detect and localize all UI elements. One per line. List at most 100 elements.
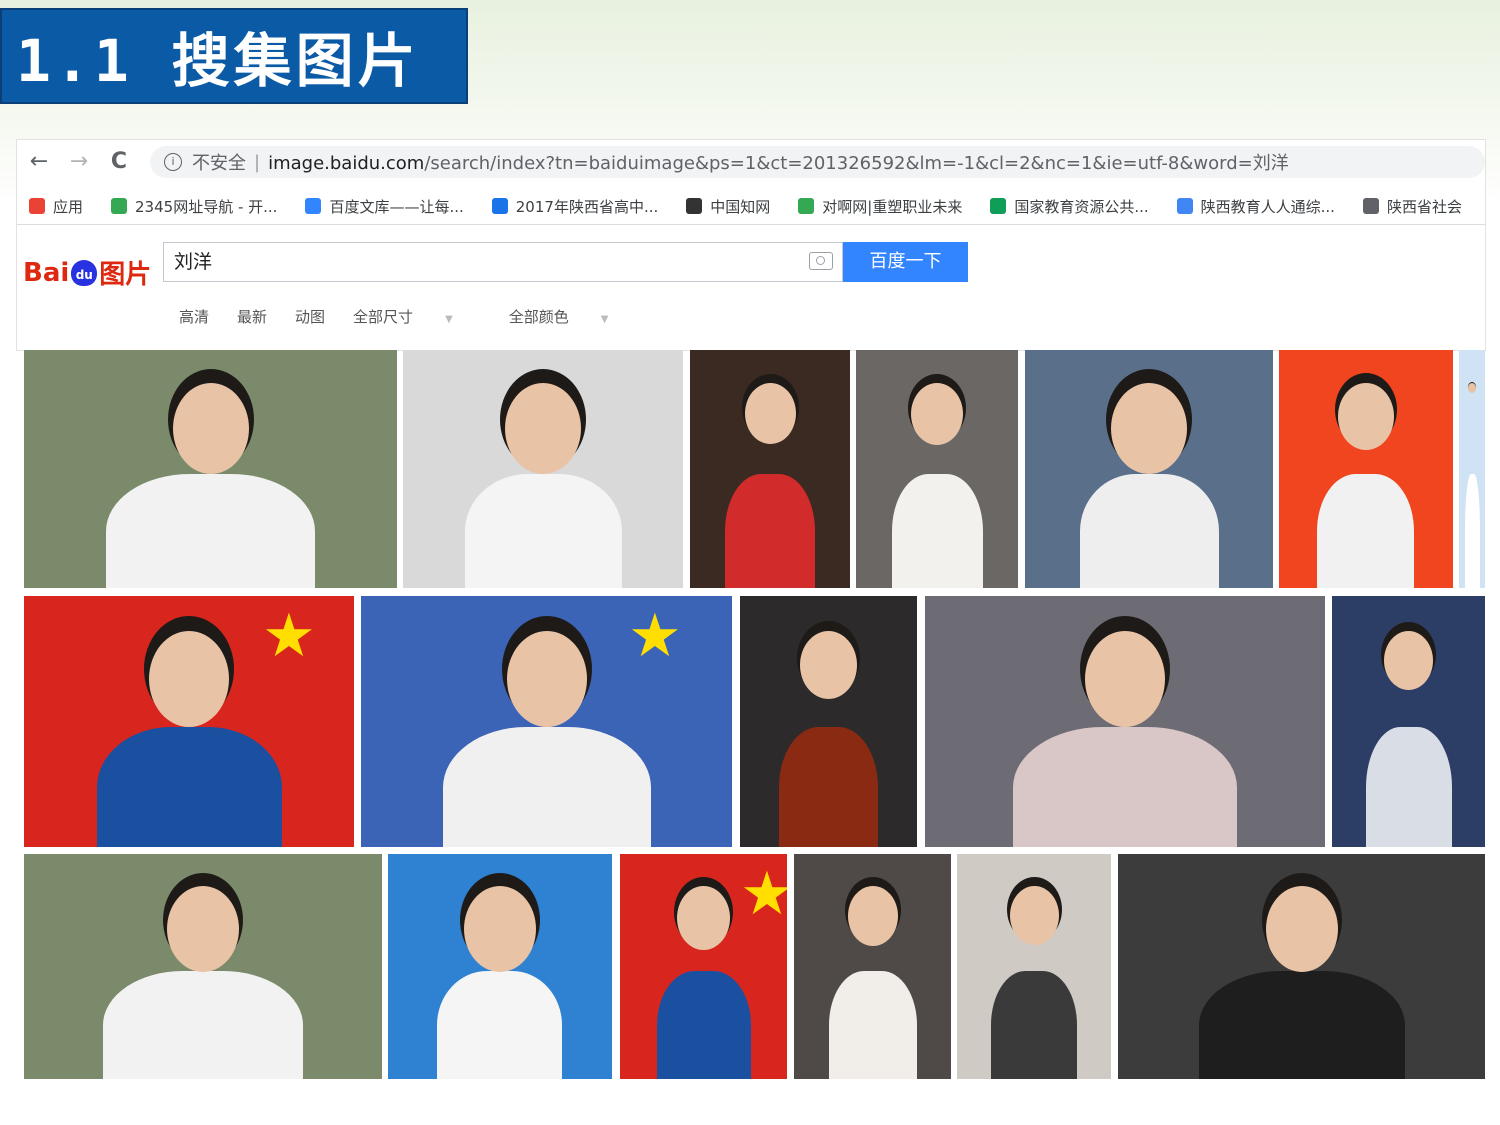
image-result-thumbnail[interactable] xyxy=(388,854,612,1079)
url-text[interactable]: image.baidu.com/search/index?tn=baiduima… xyxy=(268,149,1289,175)
forward-button[interactable]: → xyxy=(65,148,93,176)
figure-shape xyxy=(892,474,983,588)
filter-color[interactable]: 全部颜色 ▼ xyxy=(509,306,637,327)
bookmark-label: 应用 xyxy=(53,197,84,216)
image-result-thumbnail[interactable]: ★ xyxy=(361,596,732,847)
image-result-thumbnail[interactable] xyxy=(1332,596,1485,847)
bookmark-favicon-icon xyxy=(990,198,1007,214)
search-input[interactable]: 刘洋 xyxy=(163,242,843,282)
figure-shape xyxy=(103,971,303,1079)
chevron-down-icon: ▼ xyxy=(445,314,453,325)
face-shape xyxy=(911,383,963,445)
back-button[interactable]: ← xyxy=(25,148,53,176)
bookmark-label: 国家教育资源公共... xyxy=(1014,197,1149,216)
star-icon: ★ xyxy=(628,601,682,671)
bookmark-item[interactable]: 应用 xyxy=(29,196,83,217)
bookmark-item[interactable]: 百度文库——让每... xyxy=(305,196,464,217)
slide-title: 1.1 搜集图片 xyxy=(0,8,468,104)
bookmark-favicon-icon xyxy=(686,198,703,214)
figure-shape xyxy=(97,727,282,847)
logo-text: Bai xyxy=(23,257,70,288)
image-result-thumbnail[interactable] xyxy=(925,596,1325,847)
bookmark-item[interactable]: 对啊网|重塑职业未来 xyxy=(798,196,962,217)
bookmark-label: 陕西教育人人通综... xyxy=(1200,197,1335,216)
bookmark-label: 中国知网 xyxy=(710,197,771,216)
figure-shape xyxy=(1317,474,1414,588)
bookmark-item[interactable]: 国家教育资源公共... xyxy=(990,196,1149,217)
face-shape xyxy=(745,383,796,444)
image-result-thumbnail[interactable] xyxy=(1459,350,1485,588)
image-result-thumbnail[interactable] xyxy=(856,350,1018,588)
chevron-down-icon: ▼ xyxy=(600,314,609,325)
bookmarks-bar: 应用 2345网址导航 - 开... 百度文库——让每... 2017年陕西省高中..… xyxy=(17,188,1485,225)
figure-shape xyxy=(1465,474,1480,588)
figure-shape xyxy=(465,474,622,588)
image-result-thumbnail[interactable] xyxy=(690,350,850,588)
bookmark-label: 对啊网|重塑职业未来 xyxy=(822,197,963,216)
bookmark-item[interactable]: 2345网址导航 - 开... xyxy=(111,196,277,217)
figure-shape xyxy=(1366,727,1452,847)
face-shape xyxy=(1010,886,1059,945)
bookmark-label: 百度文库——让每... xyxy=(329,197,464,216)
bookmark-favicon-icon xyxy=(1362,198,1379,214)
address-bar[interactable]: i 不安全 | image.baidu.com/search/index?tn=… xyxy=(150,146,1485,178)
figure-shape xyxy=(437,971,562,1079)
bookmark-label: 陕西省社会 xyxy=(1386,197,1462,216)
image-result-thumbnail[interactable] xyxy=(794,854,951,1079)
face-shape xyxy=(505,383,581,474)
figure-shape xyxy=(657,971,751,1079)
image-result-thumbnail[interactable] xyxy=(24,350,397,588)
filter-size[interactable]: 全部尺寸 ▼ xyxy=(353,306,481,327)
bookmark-item[interactable]: 2017年陕西省高中... xyxy=(491,196,659,217)
face-shape xyxy=(1384,631,1433,690)
filter-hd[interactable]: 高清 xyxy=(179,306,209,327)
insecure-label: 不安全 xyxy=(192,153,246,174)
bookmark-item[interactable]: 陕西省社会 xyxy=(1362,196,1462,217)
figure-shape xyxy=(1013,727,1237,847)
face-shape xyxy=(507,631,587,727)
search-button[interactable]: 百度一下 xyxy=(843,242,968,282)
bookmark-favicon-icon xyxy=(305,198,322,214)
image-result-thumbnail[interactable]: ★ xyxy=(620,854,787,1079)
figure-shape xyxy=(725,474,815,588)
baidu-search-header: Bai du 图片 刘洋 百度一下 高清 最新 动图 全部尺寸 ▼ 全部颜色 ▼ xyxy=(17,226,1485,350)
face-shape xyxy=(1338,383,1394,450)
url-path: /search/index?tn=baiduimage&ps=1&ct=2013… xyxy=(424,153,1289,174)
reload-button[interactable]: C xyxy=(105,148,133,176)
star-icon: ★ xyxy=(262,601,316,671)
image-result-thumbnail[interactable] xyxy=(24,854,382,1079)
browser-window: ← → C i 不安全 | image.baidu.com/search/ind… xyxy=(17,140,1485,350)
apps-grid-icon xyxy=(29,198,45,214)
logo-text-image: 图片 xyxy=(99,260,152,290)
bookmark-favicon-icon xyxy=(491,198,508,214)
figure-shape xyxy=(443,727,651,847)
image-result-thumbnail[interactable] xyxy=(957,854,1111,1079)
figure-shape xyxy=(829,971,917,1079)
figure-shape xyxy=(106,474,315,588)
image-result-thumbnail[interactable] xyxy=(740,596,917,847)
image-result-thumbnail[interactable] xyxy=(1279,350,1453,588)
bookmark-label: 2017年陕西省高中... xyxy=(515,197,659,216)
camera-icon[interactable] xyxy=(809,252,833,270)
face-shape xyxy=(167,886,239,972)
image-result-thumbnail[interactable] xyxy=(1025,350,1273,588)
image-result-thumbnail[interactable] xyxy=(1118,854,1485,1079)
face-shape xyxy=(149,631,229,727)
face-shape xyxy=(1468,383,1476,393)
face-shape xyxy=(800,631,857,699)
filter-animated[interactable]: 动图 xyxy=(295,306,325,327)
info-icon[interactable]: i xyxy=(164,153,182,171)
bookmark-favicon-icon xyxy=(798,198,815,214)
image-result-thumbnail[interactable]: ★ xyxy=(24,596,354,847)
baidu-logo[interactable]: Bai du 图片 xyxy=(23,254,151,291)
face-shape xyxy=(1111,383,1187,474)
figure-shape xyxy=(991,971,1077,1079)
bookmark-item[interactable]: 陕西教育人人通综... xyxy=(1176,196,1335,217)
face-shape xyxy=(677,886,730,950)
filter-latest[interactable]: 最新 xyxy=(237,306,267,327)
star-icon: ★ xyxy=(740,859,787,929)
bookmark-item[interactable]: 中国知网 xyxy=(686,196,770,217)
filter-bar: 高清 最新 动图 全部尺寸 ▼ 全部颜色 ▼ xyxy=(179,306,664,327)
face-shape xyxy=(848,886,898,946)
image-result-thumbnail[interactable] xyxy=(403,350,683,588)
